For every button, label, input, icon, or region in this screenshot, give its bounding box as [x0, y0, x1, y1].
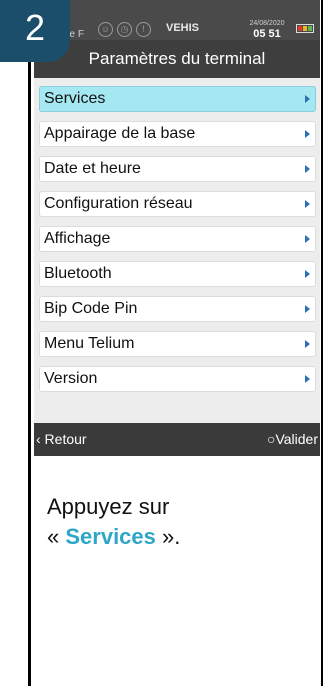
chevron-right-icon: [305, 200, 310, 208]
menu-item-label: Bip Code Pin: [44, 300, 138, 317]
chevron-right-icon: [305, 375, 310, 383]
chevron-right-icon: [305, 165, 310, 173]
menu-item-label: Date et heure: [44, 160, 141, 177]
instruction-text: Appuyez sur « Services ».: [47, 492, 307, 552]
menu-item-7[interactable]: Menu Telium: [39, 331, 316, 357]
menu-item-0[interactable]: Services: [39, 86, 316, 112]
chevron-right-icon: [305, 235, 310, 243]
instruction-suffix: ».: [155, 524, 181, 549]
person-icon: ☺: [98, 22, 113, 37]
menu-item-label: Version: [44, 370, 98, 387]
screen-title: Paramètres du terminal: [34, 40, 320, 78]
chevron-right-icon: [305, 95, 310, 103]
battery-cell: [298, 26, 302, 31]
back-button[interactable]: ‹ Retour: [36, 423, 87, 456]
clock-icon: ◷: [117, 22, 132, 37]
chevron-right-icon: [305, 130, 310, 138]
battery-cell: [308, 26, 312, 31]
status-time: 05 51: [253, 28, 281, 40]
battery-icon: [296, 24, 314, 33]
menu-item-label: Appairage de la base: [44, 125, 196, 142]
step-badge: 2: [0, 0, 70, 62]
chevron-right-icon: [305, 340, 310, 348]
instruction-open-quote: «: [47, 524, 66, 549]
chevron-right-icon: [305, 270, 310, 278]
menu-item-1[interactable]: Appairage de la base: [39, 121, 316, 147]
menu-item-3[interactable]: Configuration réseau: [39, 191, 316, 217]
menu-item-label: Bluetooth: [44, 265, 112, 282]
status-date: 24/08/2020: [249, 20, 285, 27]
menu-item-5[interactable]: Bluetooth: [39, 261, 316, 287]
battery-cell: [303, 26, 307, 31]
device-screen: ge F ☺ ◷! VEHIS 24/08/2020 05 51 Paramètr…: [34, 0, 320, 456]
menu-item-label: Configuration réseau: [44, 195, 193, 212]
validate-button[interactable]: ○Valider: [267, 423, 318, 456]
menu-item-8[interactable]: Version: [39, 366, 316, 392]
menu-item-4[interactable]: Affichage: [39, 226, 316, 252]
menu-item-6[interactable]: Bip Code Pin: [39, 296, 316, 322]
status-icons: ☺ ◷!: [98, 22, 155, 38]
instruction-highlight: Services: [65, 524, 156, 549]
status-bar: ge F ☺ ◷! VEHIS 24/08/2020 05 51: [34, 0, 320, 40]
menu-item-2[interactable]: Date et heure: [39, 156, 316, 182]
menu-item-label: Menu Telium: [44, 335, 135, 352]
chevron-right-icon: [305, 305, 310, 313]
footer-bar: ‹ Retour ○Valider: [34, 423, 320, 456]
settings-menu: Services Appairage de la base Date et heur…: [39, 86, 316, 401]
instruction-prefix: Appuyez sur: [47, 494, 170, 519]
menu-item-label: Services: [44, 90, 106, 107]
menu-item-label: Affichage: [44, 230, 111, 247]
info-icon: !: [136, 22, 151, 37]
brand-label: VEHIS: [166, 22, 200, 34]
